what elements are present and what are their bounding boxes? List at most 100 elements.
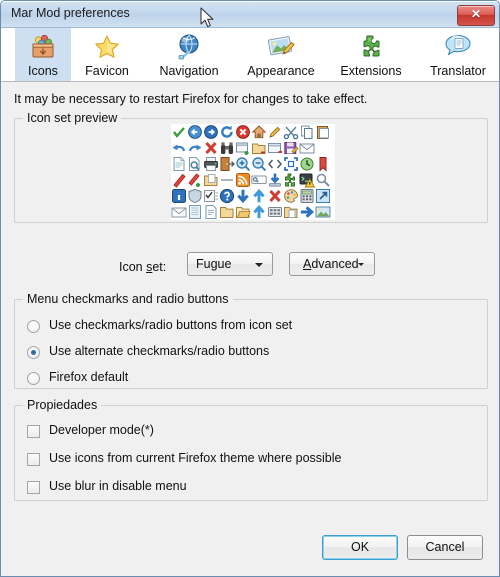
folder-note-icon [203,172,219,188]
separator-line-icon [219,172,235,188]
source-code-icon [267,156,283,172]
arrow-right-icon [299,204,315,220]
puzzle-small-icon [283,172,299,188]
speech-page-icon [441,31,475,63]
download-icon [267,172,283,188]
close-icon: ✕ [470,7,482,21]
radio-icon [27,320,40,333]
tab-label: Appearance [247,64,315,78]
copy-icon [299,124,315,140]
printer-icon [203,156,219,172]
restart-notice: It may be necessary to restart Firefox f… [14,92,368,106]
tab-translator[interactable]: Translator [415,28,499,81]
blank-icon [331,188,347,204]
checkbox-icon [27,453,40,466]
highlighter-icon [171,172,187,188]
rss-feed-icon [235,172,251,188]
inspect-search-icon [315,172,331,188]
home-icon [251,124,267,140]
calculator-icon [299,188,315,204]
icon-set-preview-group: Icon set preview [14,111,488,223]
blank-icon [347,124,363,140]
tab-extensions[interactable]: Extensions [327,28,415,81]
blank-icon [347,156,363,172]
picture-pencil-icon [264,31,298,63]
blank-icon [347,188,363,204]
tab-label: Translator [430,64,486,78]
back-arrow-icon [187,124,203,140]
close-cross-icon [267,188,283,204]
checkbox-icon [27,425,40,438]
arrow-up-icon [251,188,267,204]
radio-label: Use checkmarks/radio buttons from icon s… [49,318,293,332]
blank-icon [331,124,347,140]
tab-label: Favicon [85,64,129,78]
fullscreen-icon [283,156,299,172]
checkbox-icon [27,481,40,494]
icon-set-selected-value: Fugue [196,257,232,271]
tab-label: Navigation [159,64,219,78]
propiedades-group: Propiedades Developer mode(*) Use icons … [14,398,488,501]
delete-cross-icon [203,140,219,156]
group-title: Menu checkmarks and radio buttons [23,292,233,306]
window-small-icon [267,140,283,156]
titlebar-highlight [2,1,499,2]
keypad-icon [267,204,283,220]
stop-icon [235,124,251,140]
binoculars-icon [219,140,235,156]
cancel-button[interactable]: Cancel [407,535,483,560]
text-document-icon [203,204,219,220]
blank-icon [315,140,331,156]
tab-icons[interactable]: Icons [15,28,71,81]
blank-icon [331,156,347,172]
reload-icon [219,124,235,140]
title-bar[interactable]: Mar Mod preferences ✕ [1,1,499,28]
icon-set-dropdown[interactable]: Fugue [187,252,273,276]
chevron-down-icon [255,263,263,267]
blank-icon [347,172,363,188]
undo-icon [171,140,187,156]
tab-strip: Icons Favicon Navigation Appearance Exte… [1,28,499,82]
advanced-rest: dvanced [311,257,359,271]
checkbox-label: Developer mode(*) [49,423,154,437]
globe-plug-icon [172,31,206,63]
icon-basket-icon [26,31,60,63]
ok-button[interactable]: OK [322,535,398,560]
forward-arrow-icon [203,124,219,140]
folder-icon [219,204,235,220]
advanced-button-label: Advanced [303,257,359,271]
menu-checkmarks-group: Menu checkmarks and radio buttons Use ch… [14,292,488,389]
checkbox-list-icon [203,188,219,204]
arrow-down-icon [235,188,251,204]
envelope-icon [171,204,187,220]
footer-separator [1,519,499,520]
zoom-in-icon [235,156,251,172]
radio-label: Firefox default [49,370,129,384]
folder-document-icon [283,204,299,220]
group-title: Icon set preview [23,111,122,125]
bookmark-ribbon-icon [315,156,331,172]
folder-open-icon [235,204,251,220]
blank-icon [331,140,347,156]
close-button[interactable]: ✕ [457,5,495,26]
console-warning-icon [299,172,315,188]
group-title: Propiedades [23,398,102,412]
tab-navigation[interactable]: Navigation [143,28,235,81]
puzzle-piece-icon [354,31,388,63]
advanced-button[interactable]: Advanced [289,252,375,276]
scissors-icon [283,124,299,140]
document-icon [171,156,187,172]
shield-icon [187,188,203,204]
tab-favicon[interactable]: Favicon [71,28,143,81]
highlighter-plus-icon [187,172,203,188]
mail-icon [299,140,315,156]
radio-icon-selected [27,346,40,359]
icon-set-preview-grid[interactable] [171,124,335,220]
checkbox-label: Use icons from current Firefox theme whe… [49,451,342,465]
document-search-icon [187,156,203,172]
blank-icon [331,172,347,188]
window-title: Mar Mod preferences [11,6,130,20]
blank-icon [347,204,363,220]
info-icon [171,188,187,204]
tab-appearance[interactable]: Appearance [235,28,327,81]
